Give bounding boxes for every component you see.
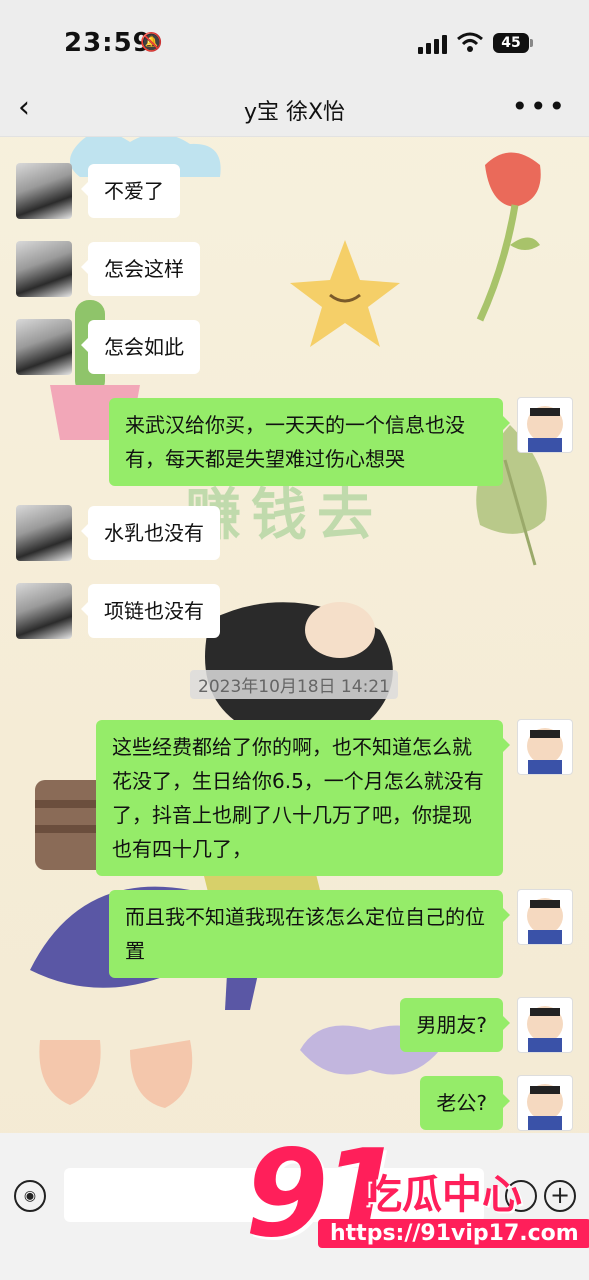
cellular-signal-icon [418, 34, 448, 54]
cartoon-avatar-icon [527, 1006, 563, 1052]
mute-bell-icon: 🔕 [140, 32, 163, 53]
add-more-icon[interactable]: + [544, 1180, 576, 1212]
message-timestamp: 2023年10月18日 14:21 [190, 670, 398, 699]
contact-avatar[interactable] [16, 241, 72, 297]
received-message[interactable]: 怎会如此 [81, 320, 200, 374]
voice-input-icon[interactable]: ◉ [14, 1180, 46, 1212]
sent-message[interactable]: 男朋友? [400, 998, 510, 1052]
watermark-text: 吃瓜中心 [362, 1172, 522, 1218]
my-avatar[interactable] [517, 397, 573, 453]
my-avatar[interactable] [517, 889, 573, 945]
contact-avatar[interactable] [16, 583, 72, 639]
cartoon-avatar-icon [527, 728, 563, 774]
cartoon-avatar-icon [527, 1084, 563, 1130]
sent-message[interactable]: 老公? [420, 1076, 510, 1130]
contact-avatar[interactable] [16, 505, 72, 561]
cartoon-avatar-icon [527, 406, 563, 452]
received-message[interactable]: 怎会这样 [81, 242, 200, 296]
received-message[interactable]: 项链也没有 [81, 584, 220, 638]
status-bar: 23:59 🔕 45 [0, 0, 589, 80]
status-time: 23:59 [64, 28, 152, 58]
contact-avatar[interactable] [16, 163, 72, 219]
watermark-url: https://91vip17.com [318, 1219, 589, 1248]
more-options-icon[interactable]: ••• [511, 90, 567, 123]
sent-message[interactable]: 而且我不知道我现在该怎么定位自己的位置 [109, 890, 510, 978]
my-avatar[interactable] [517, 719, 573, 775]
wifi-icon [457, 32, 483, 52]
my-avatar[interactable] [517, 997, 573, 1053]
cartoon-avatar-icon [527, 898, 563, 944]
chat-title: y宝 徐X怡 [243, 100, 346, 125]
received-message[interactable]: 不爱了 [81, 164, 180, 218]
sent-message[interactable]: 来武汉给你买，一天天的一个信息也没有，每天都是失望难过伤心想哭 [109, 398, 510, 486]
sent-message[interactable]: 这些经费都给了你的啊，也不知道怎么就花没了，生日给你6.5，一个月怎么就没有了，… [96, 720, 510, 876]
received-message[interactable]: 水乳也没有 [81, 506, 220, 560]
battery-icon: 45 [493, 33, 533, 53]
contact-avatar[interactable] [16, 319, 72, 375]
my-avatar[interactable] [517, 1075, 573, 1131]
chat-header: ‹ y宝 徐X怡 ••• [0, 80, 589, 137]
